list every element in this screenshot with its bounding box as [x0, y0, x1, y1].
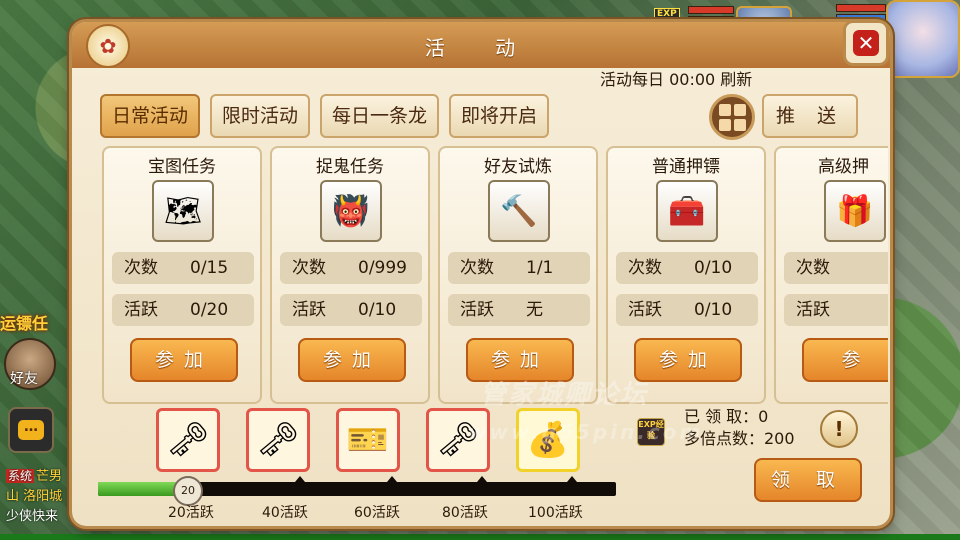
quest-tracker[interactable]: 运镖任: [0, 310, 48, 334]
activity-card: 好友试炼 🔨 次数 1/1 活跃无 参加: [438, 146, 598, 404]
tab-daily[interactable]: 日常活动: [100, 94, 201, 138]
activity-card-list[interactable]: 宝图任务 🗺 次数 0/15 活跃 0/20 参加 捉鬼任务 👹 次数 0/999 活…: [102, 146, 888, 408]
close-button[interactable]: ✕: [843, 20, 889, 66]
card-title: 捉鬼任务: [316, 157, 384, 177]
card-title: 高级押: [818, 157, 869, 177]
milestone-label: 80活跃: [442, 505, 488, 521]
join-button[interactable]: 参加: [130, 338, 238, 382]
fortune-emblem-icon: ✿: [86, 24, 130, 68]
count-row: 次数: [784, 252, 888, 284]
progress-tick: [295, 476, 305, 482]
tab-limited[interactable]: 限时活动: [210, 94, 311, 138]
activity-points-row: 活跃 0/10: [280, 294, 422, 326]
gold-chest-icon[interactable]: 🎁: [824, 180, 886, 242]
activity-tabs: 日常活动 限时活动 每日一条龙 即将开启: [100, 94, 550, 138]
count-row: 次数 1/1: [448, 252, 590, 284]
join-button[interactable]: 参加: [634, 338, 742, 382]
vip-card-icon[interactable]: 🎫: [336, 408, 400, 472]
hero-portrait[interactable]: [886, 0, 960, 78]
milestone-label: 60活跃: [354, 505, 400, 521]
ghost-mask-icon[interactable]: 👹: [320, 180, 382, 242]
activity-panel: 活 动 ✿ ✕ 活动每日 00:00 刷新 日常活动 限时活动 每日一条龙 即将…: [72, 20, 890, 526]
grid-view-button[interactable]: [709, 94, 755, 140]
progress-tick: [387, 476, 397, 482]
chat-button[interactable]: …: [8, 407, 54, 453]
push-button[interactable]: 推 送: [762, 94, 858, 138]
chest-icon[interactable]: 🧰: [656, 180, 718, 242]
count-row: 次数 0/15: [112, 252, 254, 284]
progress-tick: [567, 476, 577, 482]
chat-log: 系统 芒男 山 洛阳城 少侠快来: [6, 466, 62, 527]
progress-tick: [477, 476, 487, 482]
claim-button[interactable]: 领 取: [754, 458, 862, 502]
activity-card: 普通押镖 🧰 次数 0/10 活跃 0/10 参加: [606, 146, 766, 404]
treasure-map-icon[interactable]: 🗺: [152, 180, 214, 242]
key-icon[interactable]: 🗝: [156, 408, 220, 472]
chat-bubble-icon: …: [18, 420, 44, 440]
close-icon: ✕: [853, 30, 879, 56]
milestone-label: 100活跃: [528, 505, 583, 521]
system-tag: 系统: [6, 469, 35, 483]
experience-bar: [0, 534, 960, 540]
count-row: 次数 0/999: [280, 252, 422, 284]
mace-icon[interactable]: 🔨: [488, 180, 550, 242]
chat-line: 少侠快来: [6, 509, 59, 524]
card-title: 宝图任务: [148, 157, 216, 177]
card-title: 普通押镖: [652, 157, 720, 177]
count-row: 次数 0/10: [616, 252, 758, 284]
join-button[interactable]: 参加: [298, 338, 406, 382]
info-icon[interactable]: !: [820, 410, 858, 448]
pet-hp-bar: [688, 6, 734, 14]
milestone-label: 20活跃: [168, 505, 214, 521]
panel-title-bar: 活 动: [72, 22, 890, 68]
tab-daily-chain[interactable]: 每日一条龙: [320, 94, 440, 138]
join-button[interactable]: 参: [802, 338, 888, 382]
activity-points-row: 活跃 0/20: [112, 294, 254, 326]
chat-line: 山 洛阳城: [6, 489, 63, 504]
watermark: www.g55pin.com: [468, 420, 704, 444]
activity-points-row: 活跃无: [448, 294, 590, 326]
watermark: 管家城卿论坛: [480, 380, 649, 410]
activity-card: 宝图任务 🗺 次数 0/15 活跃 0/20 参加: [102, 146, 262, 404]
activity-card: 捉鬼任务 👹 次数 0/999 活跃 0/10 参加: [270, 146, 430, 404]
panel-title: 活 动: [424, 36, 538, 60]
reset-note: 活动每日 00:00 刷新: [600, 70, 753, 89]
activity-card: 高级押 🎁 次数 活跃 参: [774, 146, 888, 404]
friend-label: 好友: [10, 371, 38, 387]
milestone-label: 40活跃: [262, 505, 308, 521]
chat-line: 系统 芒男: [6, 469, 63, 484]
activity-progress-bar: 20: [98, 476, 616, 506]
activity-points-row: 活跃: [784, 294, 888, 326]
tab-upcoming[interactable]: 即将开启: [449, 94, 550, 138]
card-title: 好友试炼: [484, 157, 552, 177]
activity-points-row: 活跃 0/10: [616, 294, 758, 326]
key-icon[interactable]: 🗝: [246, 408, 310, 472]
exp-badge: EXP: [654, 8, 680, 20]
hero-hp-bar: [836, 4, 886, 12]
